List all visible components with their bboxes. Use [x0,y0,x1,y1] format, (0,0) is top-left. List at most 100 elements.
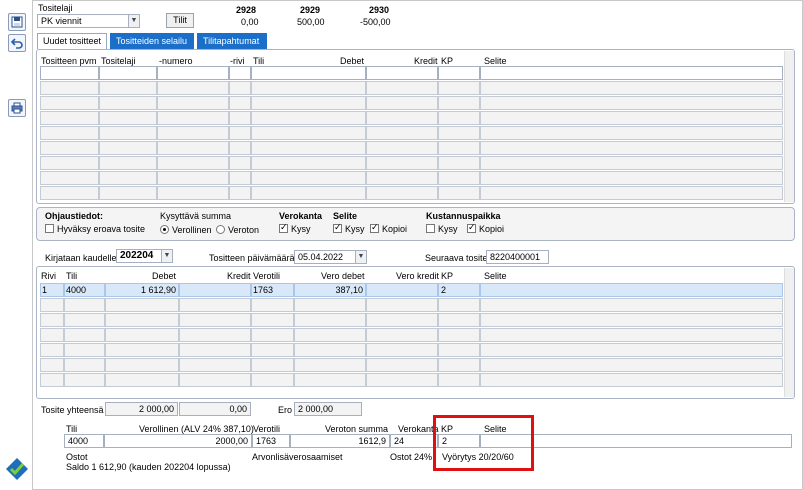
table-cell[interactable] [229,171,251,185]
table-cell[interactable] [438,298,480,312]
table-cell[interactable] [229,141,251,155]
table-cell[interactable] [99,126,157,140]
table-cell[interactable] [99,186,157,200]
tab-tositteiden-selailu[interactable]: Tositteiden selailu [110,33,194,49]
table-cell[interactable] [99,81,157,95]
table-cell[interactable] [40,313,64,327]
table-cell[interactable] [40,186,99,200]
table-cell[interactable] [40,171,99,185]
table-cell[interactable] [229,66,251,80]
table-cell[interactable] [366,373,438,387]
table-cell[interactable] [105,373,179,387]
table-cell[interactable] [99,96,157,110]
table-cell[interactable] [64,373,105,387]
table-cell[interactable] [179,298,251,312]
detail-verokanta-field[interactable]: 24 [390,434,438,448]
table-cell[interactable] [99,156,157,170]
table-cell[interactable] [366,328,438,342]
detail-verotili-field[interactable]: 1763 [252,434,290,448]
table-cell[interactable] [251,313,294,327]
table-cell[interactable] [366,126,438,140]
table-cell[interactable] [480,298,783,312]
table-cell[interactable] [480,186,783,200]
table-cell[interactable] [157,156,229,170]
table-cell[interactable] [105,358,179,372]
table-cell[interactable] [157,171,229,185]
detail-verollinen-field[interactable]: 2000,00 [104,434,252,448]
chevron-down-icon[interactable]: ▼ [355,250,367,264]
table-cell[interactable] [229,186,251,200]
table-cell[interactable] [480,126,783,140]
table-cell[interactable] [157,141,229,155]
table-cell[interactable] [480,373,783,387]
table-cell[interactable] [64,358,105,372]
table-cell[interactable] [64,343,105,357]
tilit-button[interactable]: Tilit [166,13,194,28]
table-cell[interactable] [366,111,438,125]
table-cell[interactable] [366,358,438,372]
table-cell[interactable] [480,141,783,155]
table-cell[interactable] [294,358,366,372]
table-cell[interactable] [40,298,64,312]
selite-kopioi-checkbox[interactable]: Kopioi [370,222,407,235]
table-cell[interactable] [40,66,99,80]
undo-icon[interactable] [8,34,26,52]
hyvaksy-checkbox[interactable]: Hyväksy eroava tosite [45,224,145,235]
table-cell[interactable] [40,111,99,125]
chevron-down-icon[interactable]: ▼ [128,14,140,28]
table-cell[interactable] [480,66,783,80]
table-cell[interactable] [251,298,294,312]
table-cell[interactable] [157,96,229,110]
table-cell[interactable] [438,171,480,185]
table-cell[interactable] [366,141,438,155]
table-cell[interactable] [157,186,229,200]
table-cell[interactable] [40,373,64,387]
pvm-field[interactable]: 05.04.2022 [294,250,356,264]
table-cell[interactable] [99,141,157,155]
table-cell[interactable] [294,373,366,387]
veroton-radio[interactable]: Veroton [216,225,259,236]
table-cell[interactable] [251,156,366,170]
table-cell[interactable] [99,66,157,80]
table-cell[interactable] [251,66,366,80]
table-cell[interactable] [438,141,480,155]
detail-tili-field[interactable]: 4000 [64,434,104,448]
table-cell[interactable] [366,343,438,357]
table-cell[interactable] [251,81,366,95]
table-cell[interactable] [438,358,480,372]
table-cell[interactable] [251,358,294,372]
table-cell[interactable] [179,328,251,342]
table-cell[interactable] [480,328,783,342]
table-cell[interactable] [366,96,438,110]
table-cell[interactable] [40,328,64,342]
table-cell[interactable] [480,81,783,95]
table-cell[interactable] [179,343,251,357]
tab-uudet-tositteet[interactable]: Uudet tositteet [37,33,107,49]
table-cell[interactable] [179,358,251,372]
table-cell[interactable] [99,171,157,185]
table-cell[interactable] [251,126,366,140]
table-cell[interactable] [480,111,783,125]
table-cell[interactable] [105,313,179,327]
table-cell[interactable] [229,111,251,125]
kustannus-kysy-checkbox[interactable]: Kysy [426,224,458,235]
table-cell[interactable] [99,111,157,125]
table-cell[interactable] [480,343,783,357]
table-cell[interactable] [40,96,99,110]
verokanta-kysy-checkbox[interactable]: Kysy [279,222,311,235]
table-cell[interactable] [366,298,438,312]
table-cell[interactable] [40,358,64,372]
table-cell[interactable] [251,186,366,200]
table-cell[interactable] [251,96,366,110]
table-cell[interactable] [438,81,480,95]
table-cell[interactable] [251,343,294,357]
table-cell[interactable] [438,343,480,357]
table-cell[interactable] [229,96,251,110]
table-cell[interactable] [480,96,783,110]
table-cell[interactable] [294,298,366,312]
table-cell[interactable] [251,111,366,125]
table-cell[interactable] [157,81,229,95]
table-cell[interactable] [40,156,99,170]
table-cell[interactable] [229,126,251,140]
table-cell[interactable] [366,313,438,327]
